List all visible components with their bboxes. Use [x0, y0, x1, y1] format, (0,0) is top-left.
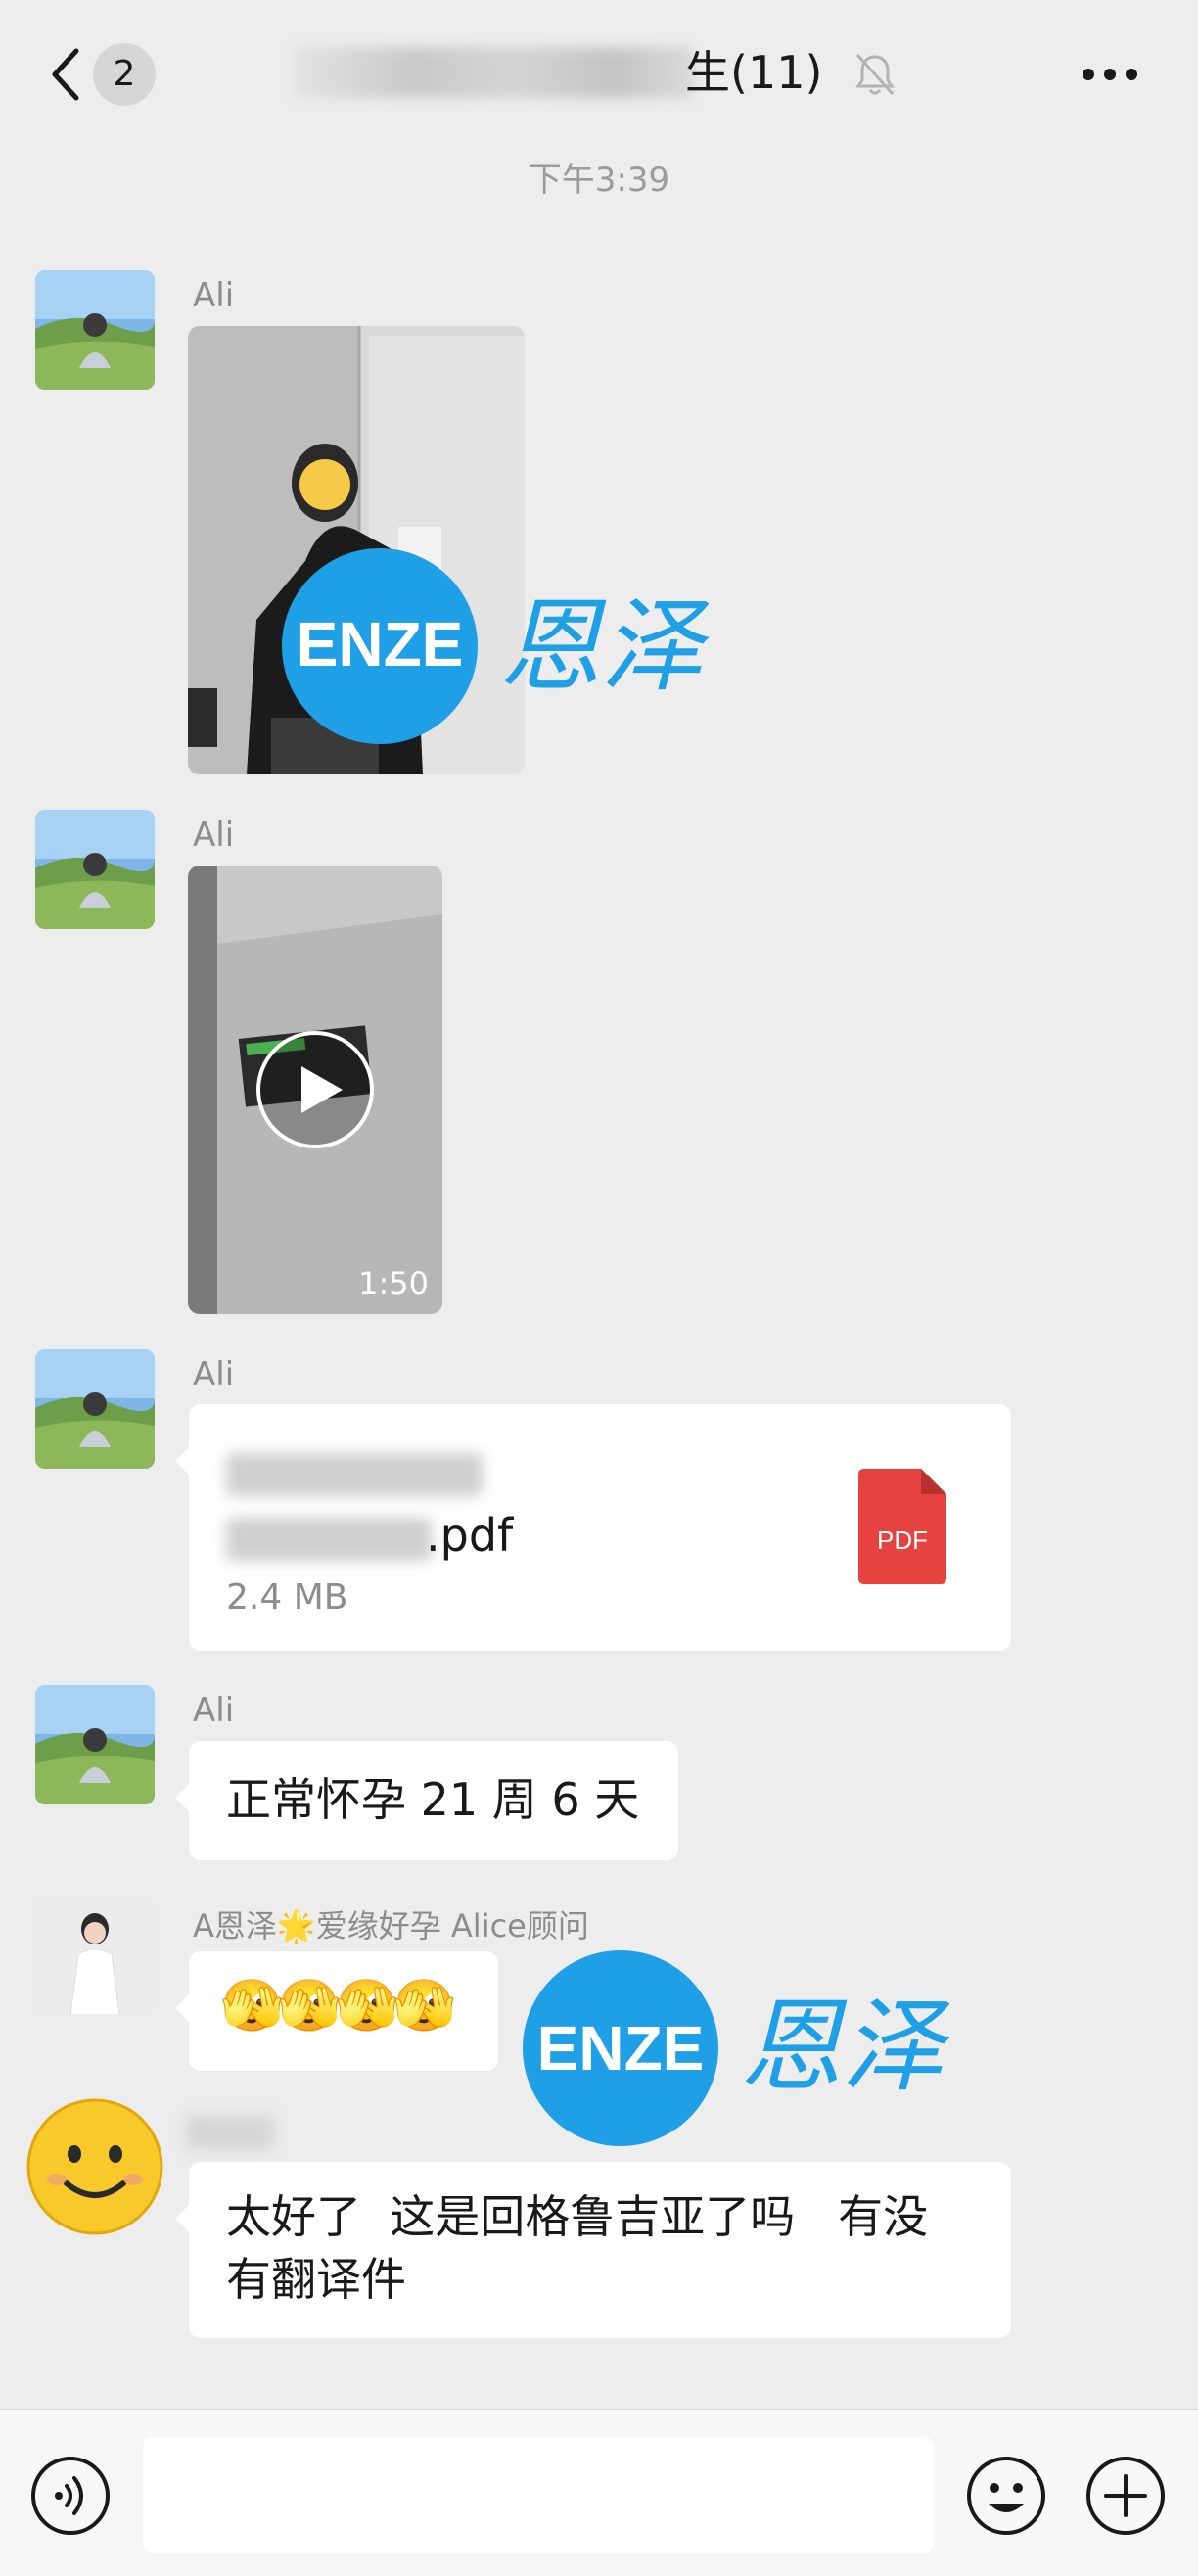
more-icon[interactable] [1081, 67, 1139, 82]
svg-text:ENZE: ENZE [537, 2013, 705, 2084]
sender-name: A恩泽🌟爱缘好孕 Alice顾问 [193, 1907, 589, 1944]
sender-name: Ali [193, 1355, 235, 1394]
back-icon[interactable] [47, 45, 82, 104]
input-bar [0, 2409, 1198, 2576]
emoji-message[interactable]: 🫣🫣🫣🫣 [175, 1951, 498, 2071]
watermark-logo: ENZE 恩泽 [521, 1948, 971, 2158]
pdf-badge-text: PDF [877, 1525, 928, 1555]
sender-name-redacted [186, 2115, 274, 2150]
message-timestamp: 下午3:39 [528, 161, 670, 200]
file-extension: .pdf [426, 1509, 514, 1562]
svg-text:恩泽: 恩泽 [740, 1987, 950, 2106]
avatar[interactable] [35, 270, 155, 390]
svg-text:ENZE: ENZE [297, 609, 464, 679]
sender-name: Ali [193, 276, 235, 315]
text-message[interactable]: 正常怀孕 21 周 6 天 [175, 1741, 678, 1860]
svg-text:恩泽: 恩泽 [499, 586, 710, 706]
chat-title: 生(11) [685, 46, 823, 99]
avatar[interactable] [35, 1349, 155, 1469]
file-message[interactable]: .pdf 2.4 MB PDF [175, 1404, 1011, 1651]
file-size: 2.4 MB [226, 1577, 348, 1617]
sender-name: Ali [193, 1691, 235, 1730]
file-name-redacted [226, 1453, 483, 1496]
smiley-face-icon [26, 2098, 163, 2235]
message-line: 太好了 这是回格鲁吉亚了吗 有没 [226, 2190, 929, 2243]
chat-header: 2 生(11) [0, 0, 1198, 147]
unread-badge[interactable]: 2 [93, 43, 156, 106]
avatar[interactable] [35, 1896, 155, 2015]
chat-title-redacted [294, 47, 695, 98]
avatar[interactable] [35, 810, 155, 929]
video-duration: 1:50 [358, 1265, 429, 1302]
sender-name: Ali [193, 816, 235, 855]
message-input[interactable] [143, 2437, 934, 2553]
watermark-logo: ENZE 恩泽 [282, 544, 722, 754]
mute-bell-icon [855, 53, 895, 96]
emoji-icon[interactable] [965, 2455, 1047, 2537]
pdf-file-icon: PDF [858, 1469, 946, 1584]
voice-icon[interactable] [29, 2455, 112, 2537]
text-message[interactable]: 太好了 这是回格鲁吉亚了吗 有没 有翻译件 [175, 2162, 1011, 2338]
file-name-redacted [226, 1518, 432, 1561]
play-icon[interactable] [254, 1029, 376, 1150]
video-message[interactable]: 1:50 [188, 866, 442, 1314]
message-line: 有翻译件 [226, 2253, 406, 2306]
plus-icon[interactable] [1084, 2455, 1167, 2537]
avatar[interactable] [35, 1685, 155, 1804]
